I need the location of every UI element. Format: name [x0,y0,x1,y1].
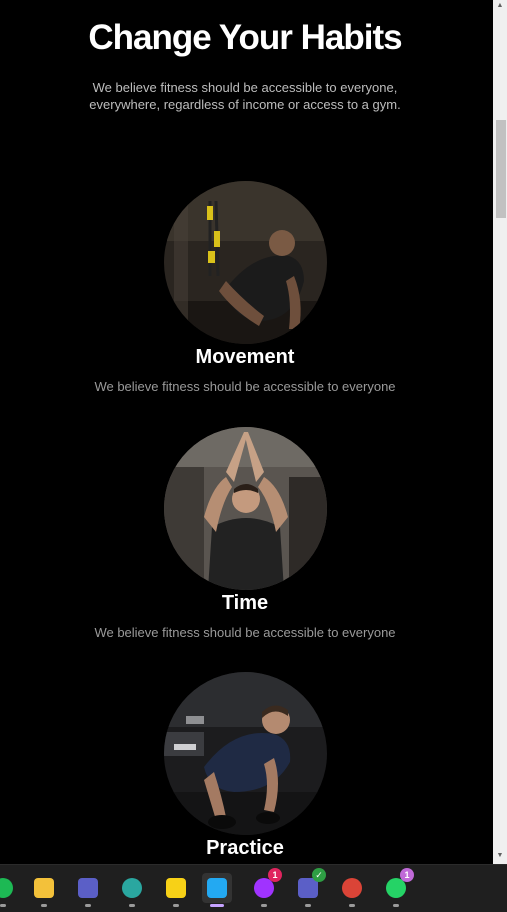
running-indicator [85,904,91,907]
feature-title: Movement [195,346,295,368]
notification-badge: 1 [268,868,282,882]
feature-title: Practice [206,837,284,859]
scroll-down-arrow[interactable]: ▼ [493,850,507,862]
taskbar-teams-work-button[interactable]: ✓ [293,868,326,907]
vscode-icon [207,878,227,898]
notification-badge: ✓ [312,868,326,882]
running-indicator [210,904,224,907]
web-page: Change Your Habits We believe fitness sh… [0,0,493,864]
movement-photo [164,181,327,344]
spotify-icon [0,878,13,898]
notification-badge: 1 [400,868,414,882]
taskbar-browser-profile-button[interactable] [117,873,147,907]
scrollbar[interactable]: ▲ ▼ [493,0,507,864]
scroll-thumb[interactable] [496,120,506,218]
feature-description: We believe fitness should be accessible … [94,625,396,640]
taskbar-file-explorer-button[interactable] [29,873,59,907]
teams-icon [78,878,98,898]
running-indicator [173,904,179,907]
running-indicator [0,904,6,907]
taskbar-whatsapp-button[interactable]: 1 [381,868,414,907]
taskbar-messenger-button[interactable]: 1 [249,868,282,907]
chrome-icon [342,878,362,898]
file-explorer-icon [34,878,54,898]
taskbar: 1 ✓ 1 [0,864,507,912]
taskbar-spotify-button[interactable] [0,873,18,907]
running-indicator [41,904,47,907]
running-indicator [129,904,135,907]
taskbar-teams-button[interactable] [73,873,103,907]
sticky-notes-icon [166,878,186,898]
practice-photo [164,672,327,835]
feature-description: We believe fitness should be accessible … [94,379,396,394]
feature-title: Time [221,592,269,614]
browser-profile-icon [122,878,142,898]
page-title: Change Your Habits [88,18,402,57]
running-indicator [305,904,311,907]
time-photo [164,427,327,590]
scroll-up-arrow[interactable]: ▲ [493,0,507,12]
intro-text: We believe fitness should be accessible … [89,80,401,112]
running-indicator [393,904,399,907]
taskbar-chrome-button[interactable] [337,873,367,907]
running-indicator [349,904,355,907]
taskbar-vscode-button[interactable] [202,873,232,907]
running-indicator [261,904,267,907]
taskbar-sticky-notes-button[interactable] [161,873,191,907]
